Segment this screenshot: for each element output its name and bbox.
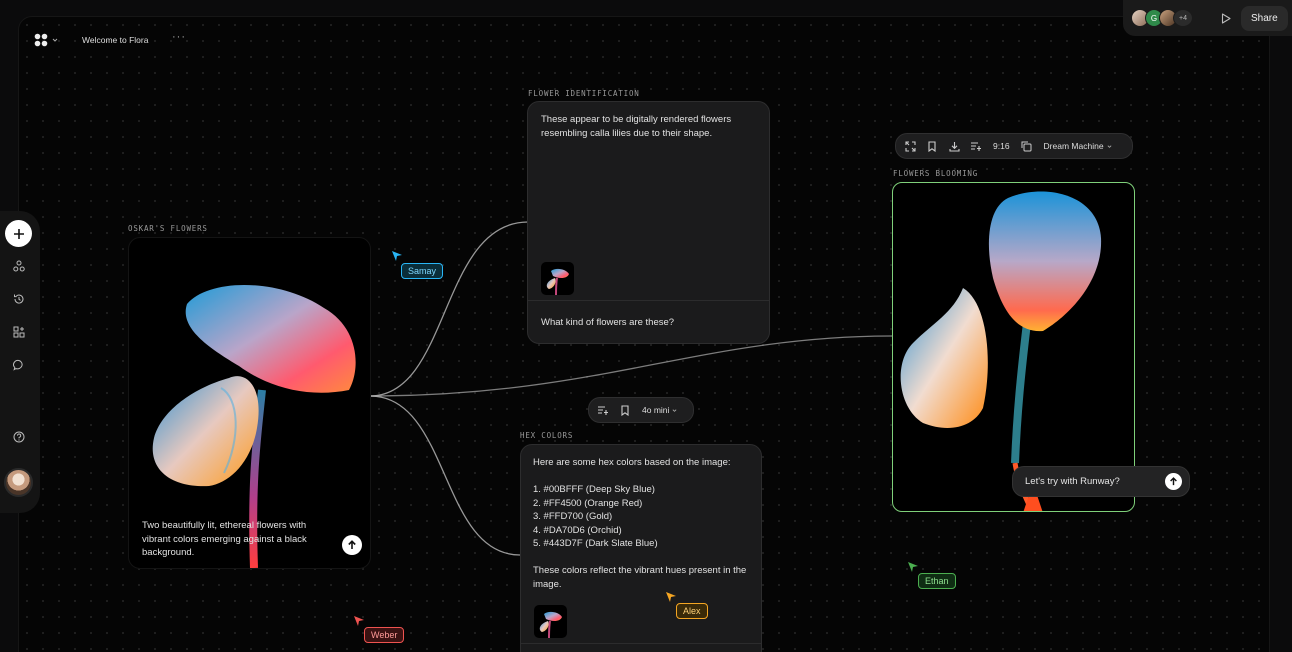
nodes-tool-button[interactable] [0,260,38,272]
image-thumbnail[interactable] [534,605,567,638]
hex-intro: Here are some hex colors based on the im… [533,457,731,468]
node-caption: Two beautifully lit, ethereal flowers wi… [142,520,307,558]
flora-logo-icon [34,33,48,47]
chevron-down-icon [1107,144,1112,148]
flower-identification-node[interactable]: These appear to be digitally rendered fl… [527,101,770,344]
bookmark-icon [621,404,629,416]
collaborator-avatars[interactable]: G +4 [1131,9,1193,27]
cursor-icon [354,616,364,626]
arrow-up-icon [1170,477,1177,486]
play-icon [1221,12,1231,24]
collaborator-tag-ethan: Ethan [918,573,956,589]
flowers-blooming-node[interactable] [892,182,1135,512]
cursor-icon [666,592,676,602]
chevron-down-icon [52,38,58,42]
ai-response-text: These appear to be digitally rendered fl… [541,114,732,139]
flower-thumbnail [546,268,569,295]
add-node-button[interactable] [5,220,32,247]
add-to-prompt-button[interactable] [592,399,614,421]
list-item: 3. #FFD700 (Gold) [533,511,613,522]
chat-prompt-input[interactable]: Let's try with Runway? [1012,466,1190,497]
model-name: Dream Machine [1043,141,1104,151]
history-button[interactable] [0,293,38,305]
hex-color-list: 1. #00BFFF (Deep Sky Blue) 2. #FF4500 (O… [533,483,658,551]
node-label-hex-colors: HEX COLORS [520,431,574,440]
node-label-flowers-blooming: FLOWERS BLOOMING [893,169,979,178]
duplicate-button[interactable] [1016,135,1038,157]
hex-colors-node[interactable]: Here are some hex colors based on the im… [520,444,762,652]
bookmark-button[interactable] [614,399,636,421]
list-item: 4. #DA70D6 (Orchid) [533,524,622,536]
chat-bubble-icon [13,359,23,371]
shapes-icon [13,260,25,272]
add-to-prompt-button[interactable] [965,135,987,157]
list-item: 2. #FF4500 (Orange Red) [533,497,643,509]
model-selector[interactable]: 4o mini [636,405,683,415]
more-collaborators-count[interactable]: +4 [1173,9,1193,27]
model-name: 4o mini [642,405,670,415]
node-toolbar: 4o mini [588,397,694,423]
arrow-up-icon [348,540,356,549]
image-thumbnail[interactable] [541,262,574,295]
flower-thumbnail [539,611,562,638]
chevron-down-icon [672,408,677,412]
copy-icon [1021,141,1032,151]
download-icon [948,141,960,152]
help-icon [13,431,25,443]
top-right-bar: G +4 Share [1123,0,1292,36]
collaborator-tag-samay: Samay [401,263,444,279]
text-add-icon [971,142,981,151]
cursor-icon [392,251,402,261]
divider [528,300,769,301]
list-item: 5. #443D7F (Dark Slate Blue) [533,538,658,549]
list-item: 1. #00BFFF (Deep Sky Blue) [533,484,655,495]
flower-video-frame [900,191,1102,511]
prompt-text: Let's try with Runway? [1025,476,1120,487]
left-toolbar [0,211,40,513]
help-button[interactable] [0,431,38,443]
text-add-icon [598,406,608,415]
collaborator-tag-weber: Weber [364,627,405,643]
image-toolbar: 9:16 Dream Machine [895,133,1133,159]
send-button[interactable] [1165,473,1182,490]
more-options-button[interactable]: ··· [172,31,186,43]
node-label-flower-identification: FLOWER IDENTIFICATION [528,89,640,98]
document-title[interactable]: Welcome to Flora [82,35,148,45]
grid-plus-icon [13,326,25,338]
download-button[interactable] [943,135,965,157]
expand-button[interactable] [899,135,921,157]
history-icon [14,294,24,304]
prompt-question[interactable]: What kind of flowers are these? [541,316,674,330]
templates-button[interactable] [0,326,38,338]
expand-icon [904,140,916,152]
user-avatar[interactable] [4,468,33,497]
video-model-selector[interactable]: Dream Machine [1038,141,1118,151]
play-button[interactable] [1219,11,1233,25]
share-button[interactable]: Share [1241,5,1288,31]
collaborator-tag-alex: Alex [676,603,708,619]
aspect-ratio-selector[interactable]: 9:16 [987,141,1016,151]
node-label-oskars-flowers: OSKAR'S FLOWERS [128,224,208,233]
cursor-icon [908,562,918,572]
divider [521,643,761,644]
bookmark-button[interactable] [921,135,943,157]
hex-outro: These colors reflect the vibrant hues pr… [533,565,747,590]
app-logo-menu[interactable] [34,33,58,47]
submit-button[interactable] [342,535,362,555]
bookmark-icon [928,140,936,152]
plus-icon [13,228,24,239]
comments-button[interactable] [0,359,38,371]
avatar-initial: G [1150,13,1158,23]
oskars-flowers-node[interactable]: Two beautifully lit, ethereal flowers wi… [128,237,371,569]
